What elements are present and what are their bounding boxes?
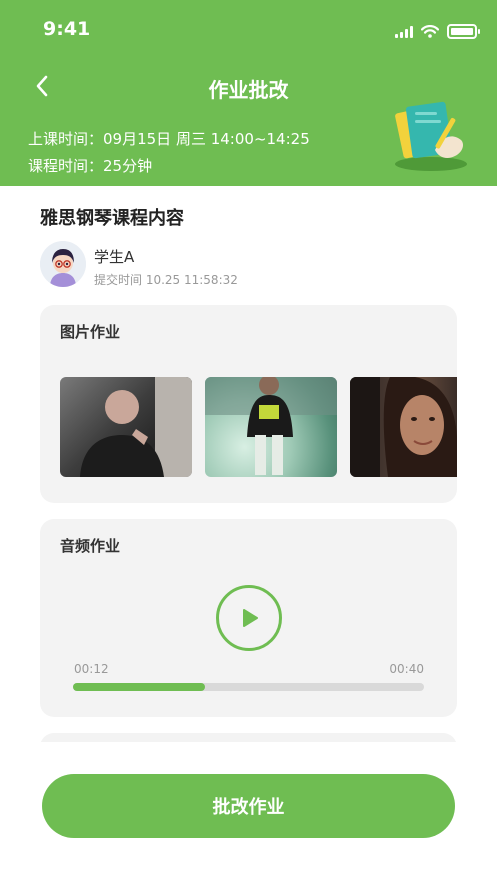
audio-homework-title: 音频作业 [60,537,121,555]
avatar [40,241,86,287]
audio-total-time: 00:40 [389,662,424,676]
header: 9:41 作业批改 上课时间：09月15日 周三 14:00~14:25 课程时… [0,0,497,186]
play-icon [243,609,258,627]
grade-homework-button[interactable]: 批改作业 [42,774,455,838]
wifi-icon [421,25,439,38]
student-name: 学生A [94,248,135,266]
homework-image-3[interactable] [350,377,457,477]
class-time: 上课时间：09月15日 周三 14:00~14:25 [28,130,310,148]
homework-illustration [395,101,467,171]
audio-progress-bar[interactable] [73,683,424,691]
audio-progress-fill [73,683,205,691]
image-homework-title: 图片作业 [60,323,121,341]
status-icons [395,24,480,39]
homework-image-2[interactable] [205,377,337,477]
audio-current-time: 00:12 [74,662,109,676]
image-homework-card: 图片作业 [40,305,457,503]
signal-icon [395,25,413,38]
play-button[interactable] [216,585,282,651]
course-duration: 课程时间：25分钟 [28,157,153,175]
status-time: 9:41 [43,18,91,40]
battery-icon [447,24,480,39]
audio-homework-card: 音频作业 00:12 00:40 [40,519,457,717]
homework-image-1[interactable] [60,377,192,477]
submit-time: 提交时间 10.25 11:58:32 [94,273,238,287]
course-title: 雅思钢琴课程内容 [40,208,184,229]
